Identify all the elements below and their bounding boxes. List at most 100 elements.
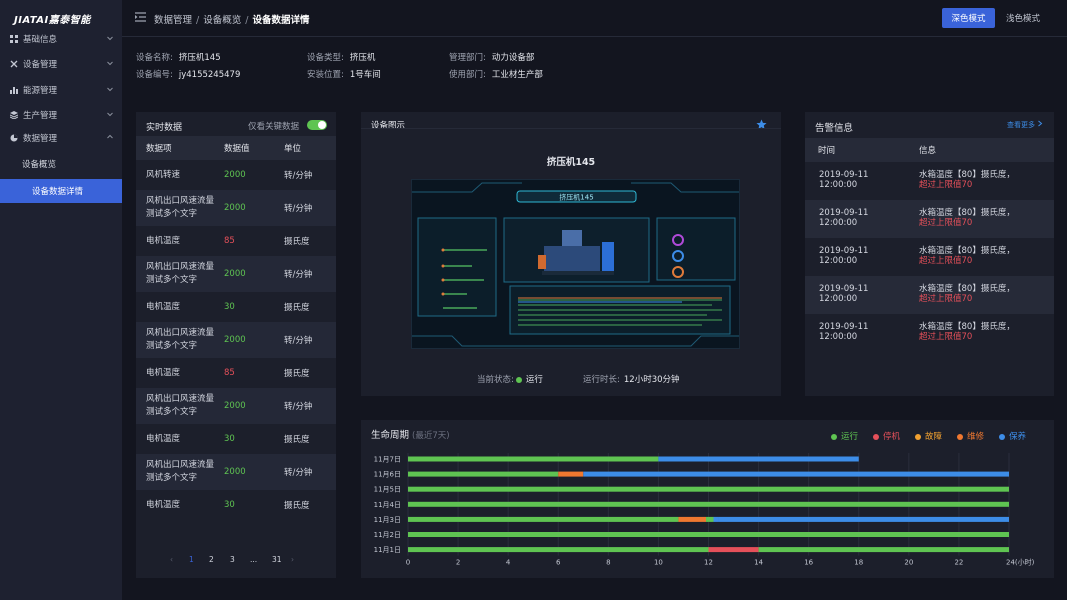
gantt-bar-running bbox=[408, 501, 1009, 507]
field-value: 工业材生产部 bbox=[491, 70, 543, 80]
top-bar: 数据管理 / 设备概览 / 设备数据详情 深色模式 浅色模式 bbox=[122, 0, 1067, 36]
legend-item[interactable]: 停机 bbox=[873, 430, 900, 442]
breadcrumb-item[interactable]: 数据管理 bbox=[154, 15, 192, 26]
alarm-message: 水箱温度【80】摄氏度， 超过上限值70 bbox=[919, 246, 1015, 266]
sidebar-item-data[interactable]: 数据管理 bbox=[0, 126, 122, 150]
runtime-duration: 运行时长: 12小时30分钟 bbox=[583, 373, 680, 385]
legend-item[interactable]: 保养 bbox=[999, 430, 1026, 442]
table-row: 风机出口风速流量测试多个文字 2000 转/分钟 bbox=[136, 256, 336, 292]
data-unit-cell: 转/分钟 bbox=[284, 270, 313, 280]
prev-page-button[interactable]: ‹ bbox=[170, 555, 173, 564]
gantt-bar-repair bbox=[678, 516, 706, 522]
alarm-time: 2019-09-11 12:00:00 bbox=[819, 170, 868, 190]
alarm-row[interactable]: 2019-09-11 12:00:00 水箱温度【80】摄氏度， 超过上限值70 bbox=[805, 314, 1054, 352]
field-label: 设备名称: bbox=[136, 53, 173, 63]
breadcrumb: 数据管理 / 设备概览 / 设备数据详情 bbox=[154, 12, 309, 26]
panel-title: 告警信息 bbox=[815, 123, 854, 134]
table-row: 电机温度 85 摄氏度 bbox=[136, 358, 336, 388]
table-row: 风机出口风速流量测试多个文字 2000 转/分钟 bbox=[136, 454, 336, 490]
sidebar-subitem-detail[interactable]: 设备数据详情 bbox=[0, 179, 122, 203]
table-row: 风机出口风速流量测试多个文字 2000 转/分钟 bbox=[136, 388, 336, 424]
table-row: 电机温度 30 摄氏度 bbox=[136, 424, 336, 454]
pagination: ‹ 1 2 3 ... 31 › bbox=[136, 552, 336, 568]
y-category-label: 11月7日 bbox=[374, 456, 401, 464]
alarm-warn-text: 超过上限值70 bbox=[919, 218, 973, 228]
alarm-msg-text: 水箱温度【80】摄氏度， bbox=[919, 208, 1015, 218]
gantt-bar-stopped bbox=[708, 547, 759, 553]
device-code-field: 设备编号: jy4155245479 bbox=[136, 68, 240, 80]
y-category-label: 11月5日 bbox=[374, 486, 401, 494]
pie-chart-icon bbox=[9, 134, 18, 143]
alarm-date: 2019-09-11 bbox=[819, 322, 869, 332]
device-title: 挤压机145 bbox=[546, 157, 596, 168]
next-page-button[interactable]: › bbox=[291, 555, 294, 564]
alarm-row[interactable]: 2019-09-11 12:00:00 水箱温度【80】摄氏度， 超过上限值70 bbox=[805, 200, 1054, 238]
panel-title: 实时数据 bbox=[146, 123, 183, 133]
table-header: 数据项 数据值 单位 bbox=[136, 136, 336, 160]
data-item-cell: 电机温度 bbox=[146, 235, 181, 246]
x-tick-label: 16 bbox=[804, 559, 813, 567]
data-value-cell: 30 bbox=[224, 434, 235, 444]
breadcrumb-item[interactable]: 设备概览 bbox=[203, 15, 241, 26]
lifecycle-subtitle: (最近7天) bbox=[412, 431, 450, 441]
alarm-date: 2019-09-11 bbox=[819, 170, 869, 180]
data-unit-cell: 转/分钟 bbox=[284, 402, 313, 412]
y-category-label: 11月3日 bbox=[374, 516, 401, 524]
legend-item[interactable]: 故障 bbox=[915, 430, 942, 442]
data-item-cell: 电机温度 bbox=[146, 301, 181, 312]
sidebar-item-label: 生产管理 bbox=[23, 111, 58, 121]
alarm-row[interactable]: 2019-09-11 12:00:00 水箱温度【80】摄氏度， 超过上限值70 bbox=[805, 162, 1054, 200]
data-unit-cell: 转/分钟 bbox=[284, 336, 313, 346]
chevron-up-icon bbox=[107, 134, 113, 139]
page-button[interactable]: 3 bbox=[230, 555, 235, 564]
dark-mode-button[interactable]: 深色模式 bbox=[942, 8, 995, 28]
light-mode-button[interactable]: 浅色模式 bbox=[1000, 8, 1046, 28]
y-category-label: 11月6日 bbox=[374, 471, 401, 479]
y-category-label: 11月1日 bbox=[374, 546, 401, 554]
alarm-clock: 12:00:00 bbox=[819, 294, 858, 304]
field-value: 动力设备部 bbox=[491, 53, 535, 63]
legend-item[interactable]: 维修 bbox=[957, 430, 984, 442]
sidebar-item-energy[interactable]: 能源管理 bbox=[0, 78, 122, 102]
data-unit-cell: 转/分钟 bbox=[284, 468, 313, 478]
data-item-cell: 电机温度 bbox=[146, 433, 181, 444]
key-only-toggle[interactable] bbox=[307, 120, 327, 130]
runtime-value: 12小时30分钟 bbox=[623, 375, 680, 385]
sidebar-item-production[interactable]: 生产管理 bbox=[0, 103, 122, 127]
page-ellipsis[interactable]: ... bbox=[250, 555, 257, 564]
column-header: 时间 bbox=[818, 146, 836, 156]
sidebar-item-basic-info[interactable]: 基础信息 bbox=[0, 27, 122, 51]
data-item-cell: 风机出口风速流量测试多个文字 bbox=[146, 328, 215, 351]
gantt-bar-running bbox=[758, 547, 1009, 553]
alarm-row[interactable]: 2019-09-11 12:00:00 水箱温度【80】摄氏度， 超过上限值70 bbox=[805, 276, 1054, 314]
legend-label: 停机 bbox=[883, 432, 901, 442]
legend-item[interactable]: 运行 bbox=[831, 430, 858, 442]
page-button[interactable]: 31 bbox=[272, 555, 282, 564]
view-more-link[interactable]: 查看更多 bbox=[1007, 120, 1043, 130]
page-button[interactable]: 2 bbox=[209, 555, 214, 564]
data-value-cell: 2000 bbox=[224, 170, 246, 180]
column-header: 单位 bbox=[284, 144, 302, 154]
table-row: 电机温度 30 摄氏度 bbox=[136, 490, 336, 520]
data-item-cell: 风机转速 bbox=[146, 169, 181, 180]
lifecycle-panel: 生命周期 (最近7天) 运行 停机 故障 维修 保养 0 2 4 6 8 10 12 14 16 18 20… bbox=[361, 420, 1054, 578]
page-button[interactable]: 1 bbox=[189, 555, 194, 564]
data-unit-cell: 转/分钟 bbox=[284, 204, 313, 214]
alarm-row[interactable]: 2019-09-11 12:00:00 水箱温度【80】摄氏度， 超过上限值70 bbox=[805, 238, 1054, 276]
field-value: 挤压机 bbox=[349, 53, 376, 63]
data-value-cell: 2000 bbox=[224, 335, 246, 345]
menu-fold-icon[interactable] bbox=[135, 12, 146, 22]
alarm-clock: 12:00:00 bbox=[819, 180, 858, 190]
sidebar-subitem-overview[interactable]: 设备概览 bbox=[0, 152, 122, 176]
diagram-banner-text: 挤压机145 bbox=[559, 193, 593, 202]
field-value: 挤压机145 bbox=[178, 53, 221, 63]
layers-icon bbox=[9, 111, 18, 120]
chevron-down-icon bbox=[107, 61, 113, 66]
lifecycle-title: 生命周期 bbox=[371, 430, 410, 441]
x-tick-label: 24(小时) bbox=[1006, 558, 1035, 567]
data-value-cell: 85 bbox=[224, 236, 235, 246]
data-value-cell: 2000 bbox=[224, 467, 246, 477]
gantt-bar-running bbox=[408, 532, 1009, 537]
sidebar-item-equipment[interactable]: 设备管理 bbox=[0, 52, 122, 76]
field-label: 设备类型: bbox=[307, 53, 344, 63]
